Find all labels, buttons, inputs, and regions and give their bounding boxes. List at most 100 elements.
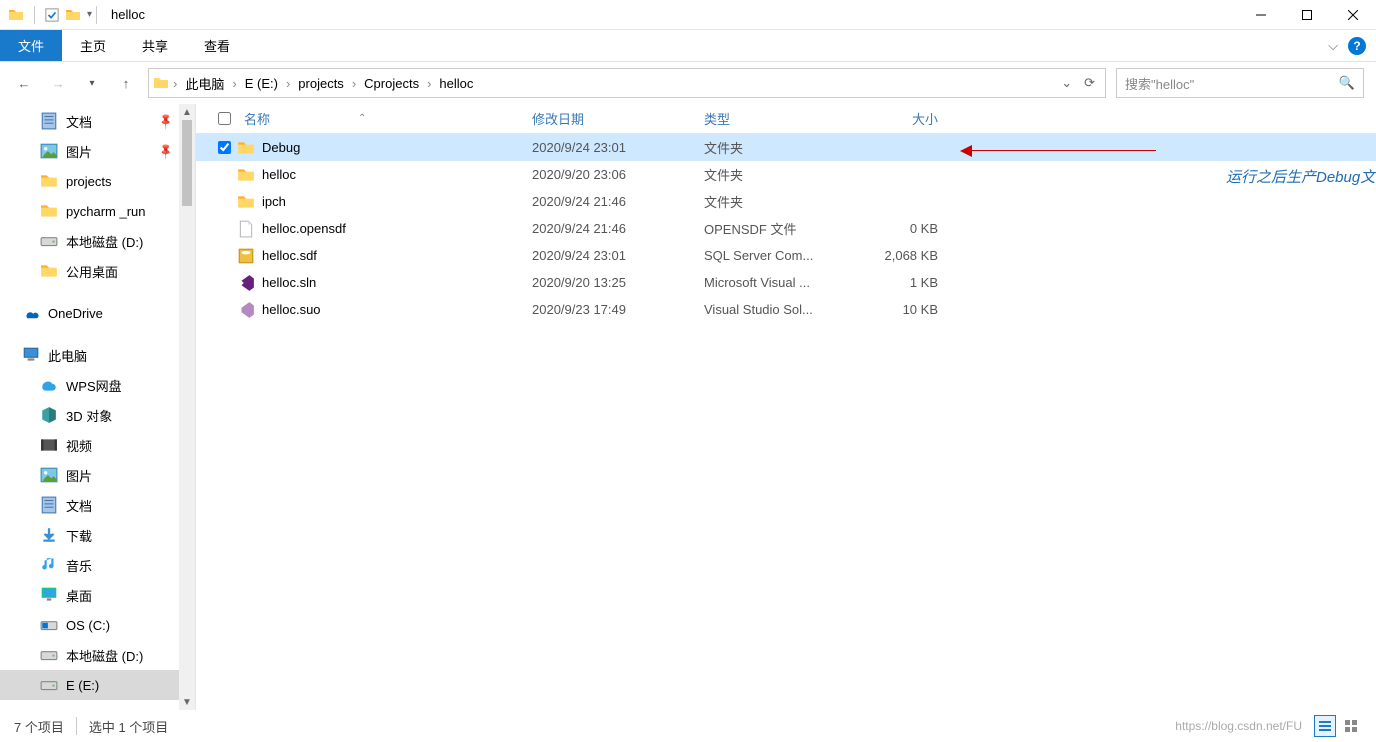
sidebar-item-label: 3D 对象 <box>66 406 112 425</box>
file-name: helloc <box>256 167 532 182</box>
select-all-checkbox[interactable] <box>212 112 236 125</box>
row-checkbox[interactable] <box>212 141 236 154</box>
folder-icon[interactable] <box>65 7 81 23</box>
back-button[interactable]: ← <box>12 71 36 95</box>
thumbnails-view-button[interactable] <box>1340 715 1362 737</box>
navigation-bar: ← → ▾ ↑ › 此电脑 › E (E:) › projects › Cpro… <box>0 62 1376 104</box>
file-date: 2020/9/24 21:46 <box>532 194 704 209</box>
file-name: helloc.sln <box>256 275 532 290</box>
column-date[interactable]: 修改日期 <box>532 109 704 128</box>
tab-home[interactable]: 主页 <box>62 30 124 61</box>
status-selection: 选中 1 个项目 <box>89 717 168 736</box>
sdf-icon <box>236 247 256 265</box>
refresh-button[interactable]: ⟳ <box>1078 75 1101 91</box>
sidebar-item[interactable]: 本地磁盘 (D:) <box>0 640 195 670</box>
sidebar-item[interactable]: 音乐 <box>0 550 195 580</box>
file-row[interactable]: helloc.opensdf2020/9/24 21:46OPENSDF 文件0… <box>196 215 1376 242</box>
sidebar-item[interactable]: 图片 <box>0 136 195 166</box>
file-date: 2020/9/24 23:01 <box>532 248 704 263</box>
search-box[interactable]: 搜索"helloc" 🔍 <box>1116 68 1364 98</box>
sidebar-item[interactable]: 文档 <box>0 490 195 520</box>
sidebar-item-label: OS (C:) <box>66 618 110 633</box>
breadcrumb-item[interactable]: E (E:) <box>239 69 284 97</box>
down-icon <box>40 526 58 544</box>
sidebar-item[interactable]: 视频 <box>0 430 195 460</box>
sidebar-item[interactable]: 公用桌面 <box>0 256 195 286</box>
scroll-up-icon[interactable]: ▲ <box>179 104 195 120</box>
file-type: Microsoft Visual ... <box>704 275 860 290</box>
file-row[interactable]: helloc.suo2020/9/23 17:49Visual Studio S… <box>196 296 1376 323</box>
forward-button[interactable]: → <box>46 71 70 95</box>
status-item-count: 7 个项目 <box>14 717 64 736</box>
column-name[interactable]: 名称⌃ <box>236 109 532 128</box>
sidebar-item-label: projects <box>66 174 112 189</box>
doc-icon <box>40 112 58 130</box>
sidebar-item[interactable]: 3D 对象 <box>0 400 195 430</box>
chevron-right-icon[interactable]: › <box>425 76 433 91</box>
sidebar-onedrive[interactable]: OneDrive <box>0 298 195 328</box>
sort-asc-icon: ⌃ <box>358 113 366 124</box>
column-type[interactable]: 类型 <box>704 109 860 128</box>
doc-icon <box>40 496 58 514</box>
tab-file[interactable]: 文件 <box>0 30 62 61</box>
chevron-right-icon[interactable]: › <box>171 76 179 91</box>
sidebar-item[interactable]: 本地磁盘 (D:) <box>0 226 195 256</box>
status-bar: 7 个项目 选中 1 个项目 https://blog.csdn.net/FU <box>0 710 1376 742</box>
breadcrumb-item[interactable]: projects <box>292 69 350 97</box>
address-bar[interactable]: › 此电脑 › E (E:) › projects › Cprojects › … <box>148 68 1106 98</box>
folder-icon <box>8 7 24 23</box>
tab-view[interactable]: 查看 <box>186 30 248 61</box>
file-row[interactable]: helloc2020/9/20 23:06文件夹 <box>196 161 1376 188</box>
qat-dropdown-icon[interactable]: ▾ <box>87 9 92 20</box>
breadcrumb-item[interactable]: 此电脑 <box>179 69 230 97</box>
sidebar-scrollbar[interactable]: ▲ ▼ <box>179 104 195 710</box>
folder-icon <box>153 75 169 91</box>
sidebar-item[interactable]: projects <box>0 166 195 196</box>
sidebar-item-label: OneDrive <box>48 306 103 321</box>
file-date: 2020/9/23 17:49 <box>532 302 704 317</box>
file-row[interactable]: ipch2020/9/24 21:46文件夹 <box>196 188 1376 215</box>
annotation-text: 运行之后生产Debug文件 <box>1226 166 1376 187</box>
scroll-down-icon[interactable]: ▼ <box>179 694 195 710</box>
column-size[interactable]: 大小 <box>860 109 950 128</box>
file-row[interactable]: helloc.sdf2020/9/24 23:01SQL Server Com.… <box>196 242 1376 269</box>
sidebar-item[interactable]: OS (C:) <box>0 610 195 640</box>
sidebar-item[interactable]: 桌面 <box>0 580 195 610</box>
sidebar-thispc[interactable]: 此电脑 <box>0 340 195 370</box>
file-row[interactable]: helloc.sln2020/9/20 13:25Microsoft Visua… <box>196 269 1376 296</box>
suo-icon <box>236 301 256 319</box>
file-row[interactable]: Debug2020/9/24 23:01文件夹 <box>196 134 1376 161</box>
sidebar-item-label: 本地磁盘 (D:) <box>66 646 143 665</box>
chevron-right-icon[interactable]: › <box>284 76 292 91</box>
breadcrumb-item[interactable]: Cprojects <box>358 69 425 97</box>
scroll-thumb[interactable] <box>182 120 192 206</box>
annotation: 运行之后生产Debug文件 <box>966 150 1156 151</box>
sidebar-item[interactable]: pycharm _run <box>0 196 195 226</box>
separator <box>34 6 35 24</box>
qat-check-icon[interactable] <box>45 8 59 22</box>
sidebar-item[interactable]: 文档 <box>0 106 195 136</box>
maximize-button[interactable] <box>1284 0 1330 30</box>
tab-share[interactable]: 共享 <box>124 30 186 61</box>
onedrive-icon <box>22 304 40 322</box>
file-name: helloc.suo <box>256 302 532 317</box>
minimize-button[interactable] <box>1238 0 1284 30</box>
ribbon-tabs: 文件 主页 共享 查看 ⌵ ? <box>0 30 1376 62</box>
breadcrumb-item[interactable]: helloc <box>433 69 479 97</box>
close-button[interactable] <box>1330 0 1376 30</box>
sidebar-item-label: 图片 <box>66 142 92 161</box>
file-size: 1 KB <box>860 275 950 290</box>
sidebar-item[interactable]: 下载 <box>0 520 195 550</box>
help-button[interactable]: ? <box>1348 37 1366 55</box>
sidebar-item[interactable]: 图片 <box>0 460 195 490</box>
up-button[interactable]: ↑ <box>114 71 138 95</box>
address-dropdown[interactable]: ⌄ <box>1055 75 1078 91</box>
chevron-right-icon[interactable]: › <box>350 76 358 91</box>
sidebar-item[interactable]: WPS网盘 <box>0 370 195 400</box>
ribbon-expand-icon[interactable]: ⌵ <box>1328 38 1338 54</box>
recent-dropdown[interactable]: ▾ <box>80 71 104 95</box>
file-size: 2,068 KB <box>860 248 950 263</box>
sidebar-item[interactable]: E (E:) <box>0 670 195 700</box>
details-view-button[interactable] <box>1314 715 1336 737</box>
chevron-right-icon[interactable]: › <box>230 76 238 91</box>
